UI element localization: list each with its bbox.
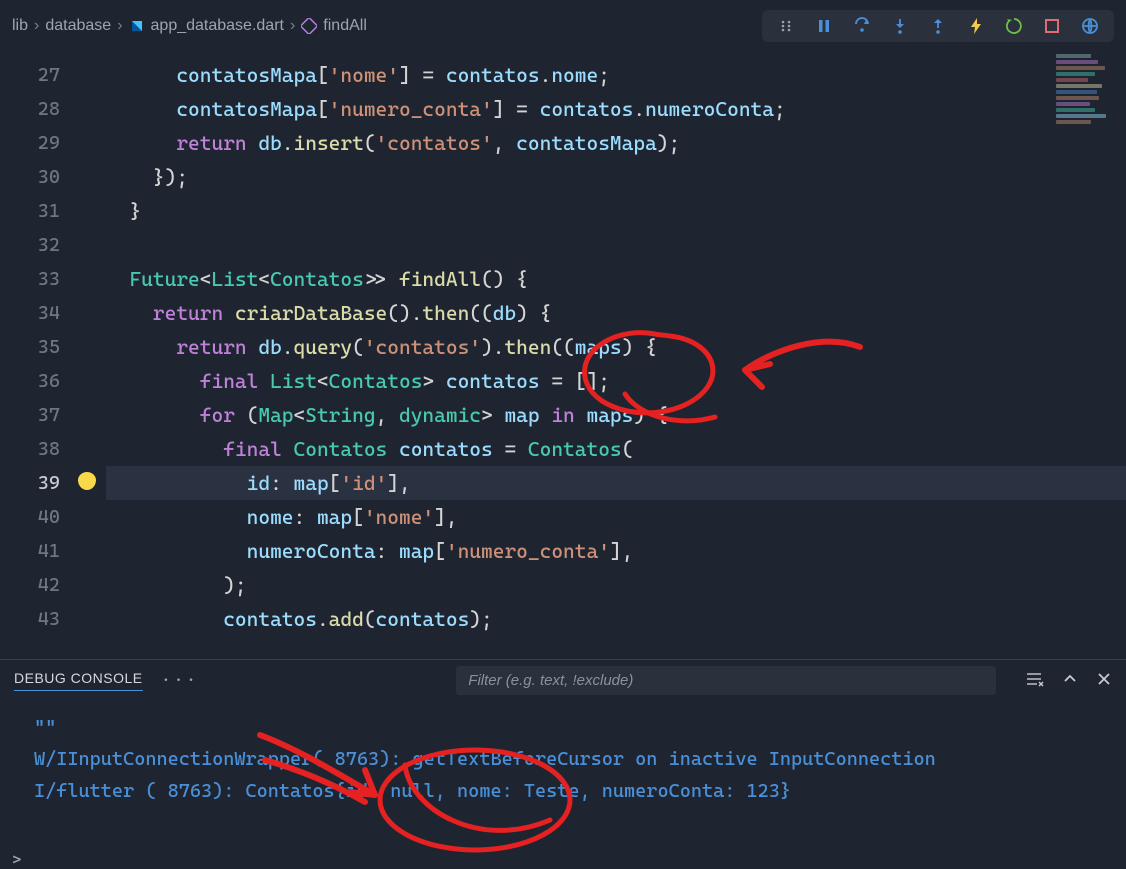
code-line[interactable]: final List<Contatos> contatos = []; (106, 364, 1126, 398)
line-number: 39 (0, 466, 106, 500)
code-content[interactable]: contatosMapa['nome'] = contatos.nome; co… (106, 52, 1126, 659)
clear-icon[interactable] (1024, 669, 1044, 693)
line-number: 42 (0, 568, 106, 602)
console-output[interactable]: ""W/IInputConnectionWrapper( 8763): getT… (0, 701, 1126, 850)
step-into-icon[interactable] (890, 16, 910, 36)
breadcrumb-file[interactable]: app_database.dart (151, 17, 284, 35)
debug-console-panel: DEBUG CONSOLE ··· ""W/IInputConnectionWr… (0, 659, 1126, 869)
code-line[interactable]: for (Map<String, dynamic> map in maps) { (106, 398, 1126, 432)
line-number: 27 (0, 58, 106, 92)
code-line[interactable]: return db.query('contatos').then((maps) … (106, 330, 1126, 364)
lightbulb-icon[interactable] (78, 472, 96, 490)
line-number: 29 (0, 126, 106, 160)
close-icon[interactable] (1096, 671, 1112, 691)
line-number: 38 (0, 432, 106, 466)
line-number: 34 (0, 296, 106, 330)
line-number: 36 (0, 364, 106, 398)
collapse-icon[interactable] (1062, 671, 1078, 691)
breadcrumb-folder[interactable]: lib (12, 17, 28, 35)
code-line[interactable] (106, 228, 1126, 262)
code-line[interactable]: final Contatos contatos = Contatos( (106, 432, 1126, 466)
chevron-right-icon: › (34, 17, 39, 35)
code-line[interactable]: ); (106, 568, 1126, 602)
code-line[interactable]: }); (106, 160, 1126, 194)
console-log-line: I/flutter ( 8763): Contatos{id: null, no… (34, 775, 1092, 807)
pause-icon[interactable] (814, 16, 834, 36)
panel-title[interactable]: DEBUG CONSOLE (14, 670, 143, 691)
code-line[interactable]: return db.insert('contatos', contatosMap… (106, 126, 1126, 160)
code-line[interactable]: id: map['id'], (106, 466, 1126, 500)
minimap[interactable] (1050, 52, 1120, 162)
restart-icon[interactable] (1004, 16, 1024, 36)
stop-icon[interactable] (1042, 16, 1062, 36)
code-line[interactable]: numeroConta: map['numero_conta'], (106, 534, 1126, 568)
grip-icon[interactable] (776, 16, 796, 36)
more-icon[interactable]: ··· (161, 670, 199, 691)
code-line[interactable]: Future<List<Contatos>> findAll() { (106, 262, 1126, 296)
filter-input[interactable] (456, 666, 996, 695)
console-log-line: W/IInputConnectionWrapper( 8763): getTex… (34, 743, 1092, 775)
chevron-right-icon: › (117, 17, 122, 35)
line-number: 33 (0, 262, 106, 296)
line-number: 41 (0, 534, 106, 568)
step-out-icon[interactable] (928, 16, 948, 36)
code-line[interactable]: nome: map['nome'], (106, 500, 1126, 534)
code-line[interactable]: } (106, 194, 1126, 228)
step-over-icon[interactable] (852, 16, 872, 36)
code-line[interactable]: contatos.add(contatos); (106, 602, 1126, 636)
code-line[interactable]: contatosMapa['numero_conta'] = contatos.… (106, 92, 1126, 126)
panel-actions (1024, 669, 1112, 693)
line-gutter: 2728293031323334353637383940414243 (0, 52, 106, 659)
chevron-right-icon: › (290, 17, 295, 35)
code-editor[interactable]: 2728293031323334353637383940414243 conta… (0, 52, 1126, 659)
console-log-line: "" (34, 711, 1092, 743)
debug-toolbar (762, 10, 1114, 42)
breadcrumb-symbol[interactable]: findAll (323, 17, 367, 35)
line-number: 31 (0, 194, 106, 228)
line-number: 32 (0, 228, 106, 262)
code-line[interactable]: contatosMapa['nome'] = contatos.nome; (106, 58, 1126, 92)
code-line[interactable]: return criarDataBase().then((db) { (106, 296, 1126, 330)
panel-header: DEBUG CONSOLE ··· (0, 660, 1126, 701)
dart-file-icon (129, 18, 145, 34)
devtools-icon[interactable] (1080, 16, 1100, 36)
hot-reload-icon[interactable] (966, 16, 986, 36)
line-number: 43 (0, 602, 106, 636)
line-number: 28 (0, 92, 106, 126)
line-number: 35 (0, 330, 106, 364)
top-bar: lib › database › app_database.dart › fin… (0, 0, 1126, 52)
breadcrumb[interactable]: lib › database › app_database.dart › fin… (12, 17, 367, 35)
line-number: 40 (0, 500, 106, 534)
line-number: 30 (0, 160, 106, 194)
line-number: 37 (0, 398, 106, 432)
breadcrumb-subfolder[interactable]: database (45, 17, 111, 35)
function-icon (301, 18, 317, 34)
console-prompt[interactable]: > (0, 850, 1126, 869)
